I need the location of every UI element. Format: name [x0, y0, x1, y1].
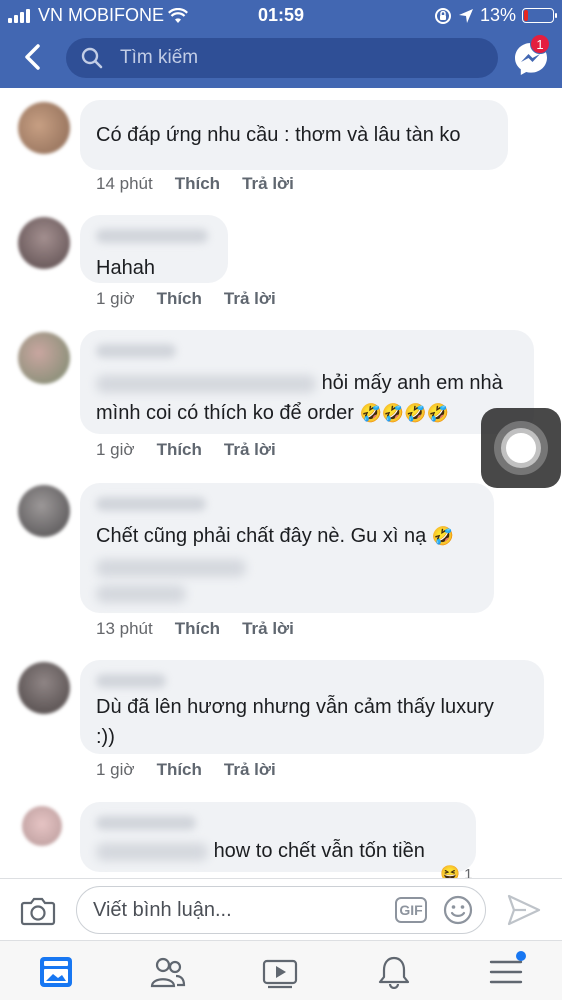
comment-text-line2-row: mình coi có thích ko để order 🤣🤣🤣🤣 [96, 398, 518, 428]
avatar[interactable] [18, 102, 70, 154]
comment-text-row: Chết cũng phải chất đây nè. Gu xì nạ 🤣 [96, 521, 478, 551]
rofl-emoji: 🤣🤣🤣🤣 [359, 403, 450, 423]
comment-actions: 13 phút Thích Trả lời [96, 619, 294, 639]
search-icon [81, 47, 103, 69]
rofl-emoji: 🤣 [431, 526, 455, 546]
blurred-text [96, 559, 246, 577]
avatar[interactable] [18, 217, 70, 269]
commenter-name-blurred [96, 674, 166, 688]
chevron-left-icon[interactable] [18, 42, 48, 72]
blurred-text [96, 585, 186, 603]
comment-text-line2: :)) [96, 726, 115, 748]
avatar[interactable] [18, 662, 70, 714]
status-right: 13% [434, 5, 557, 26]
comment-actions: 1 giờ Thích Trả lời [96, 289, 276, 309]
battery-level [524, 10, 528, 21]
assistive-touch-core [506, 433, 536, 463]
comment-actions: 1 giờ Thích Trả lời [96, 440, 276, 460]
avatar[interactable] [18, 485, 70, 537]
status-bar: VN MOBIFONE 01:59 13% [0, 0, 562, 30]
watch-icon[interactable] [262, 955, 298, 989]
location-icon [458, 8, 473, 23]
camera-icon[interactable] [20, 895, 56, 927]
comment-bubble[interactable]: Có đáp ứng nhu cầu : thơm và lâu tàn ko [80, 100, 508, 170]
avatar[interactable] [18, 332, 70, 384]
comment-actions: 14 phút Thích Trả lời [96, 174, 294, 194]
comment-time: 1 giờ [96, 440, 135, 459]
rotation-lock-icon [434, 7, 451, 24]
notifications-icon[interactable] [376, 955, 412, 989]
like-button[interactable]: Thích [175, 619, 220, 639]
blurred-text [96, 374, 316, 393]
comment-bubble[interactable]: how to chết vẫn tốn tiền [80, 802, 476, 872]
smiley-icon[interactable] [443, 895, 473, 925]
send-icon[interactable] [506, 893, 542, 927]
comment-text-line1: hỏi mấy anh em nhà [321, 372, 503, 394]
blurred-text [96, 842, 208, 861]
reply-button[interactable]: Trả lời [224, 289, 276, 309]
comment-text: Có đáp ứng nhu cầu : thơm và lâu tàn ko [96, 124, 461, 146]
comment-time: 1 giờ [96, 289, 135, 308]
bottom-tab-bar [0, 940, 562, 1000]
comment-actions: 1 giờ Thích Trả lời [96, 760, 276, 780]
comment-input-placeholder: Viết bình luận... [93, 899, 232, 921]
comment-composer: Viết bình luận... GIF [0, 878, 562, 940]
messenger-badge: 1 [530, 34, 550, 54]
comment-time: 14 phút [96, 174, 153, 193]
comment-text: hỏi mấy anh em nhà [96, 368, 518, 398]
battery-icon [522, 8, 557, 23]
comment-text-row: how to chết vẫn tốn tiền [96, 836, 460, 866]
like-button[interactable]: Thích [157, 289, 202, 309]
comment-text-line2: mình coi có thích ko để order [96, 402, 354, 424]
reply-button[interactable]: Trả lời [224, 440, 276, 460]
commenter-name-blurred [96, 497, 206, 511]
reply-button[interactable]: Trả lời [242, 619, 294, 639]
comment-input[interactable]: Viết bình luận... GIF [76, 886, 486, 934]
search-placeholder: Tìm kiếm [120, 47, 199, 68]
menu-notification-dot [516, 951, 526, 961]
reply-button[interactable]: Trả lời [224, 760, 276, 780]
reply-button[interactable]: Trả lời [242, 174, 294, 194]
commenter-name-blurred [96, 816, 196, 830]
commenter-name-blurred [96, 229, 208, 243]
comment-time: 1 giờ [96, 760, 135, 779]
top-bar: VN MOBIFONE 01:59 13% Tìm kiếm 1 [0, 0, 562, 88]
like-button[interactable]: Thích [157, 440, 202, 460]
like-button[interactable]: Thích [175, 174, 220, 194]
avatar[interactable] [22, 806, 62, 846]
search-bar[interactable]: Tìm kiếm [66, 38, 498, 78]
comment-bubble[interactable]: Chết cũng phải chất đây nè. Gu xì nạ 🤣 [80, 483, 494, 613]
comment-text: how to chết vẫn tốn tiền [213, 840, 425, 862]
battery-percent: 13% [479, 5, 516, 25]
comment-bubble[interactable]: Hahah [80, 215, 228, 283]
comment-time: 13 phút [96, 619, 153, 638]
commenter-name-blurred [96, 344, 176, 358]
news-feed-icon[interactable] [38, 955, 74, 989]
gif-button[interactable]: GIF [395, 897, 427, 923]
comment-bubble[interactable]: Dù đã lên hương nhưng vẫn cảm thấy luxur… [80, 660, 544, 754]
comment-text-line1: Dù đã lên hương nhưng vẫn cảm thấy luxur… [96, 696, 494, 718]
like-button[interactable]: Thích [157, 760, 202, 780]
comment-bubble[interactable]: hỏi mấy anh em nhà mình coi có thích ko … [80, 330, 534, 434]
comment-text: Chết cũng phải chất đây nè. Gu xì nạ [96, 525, 427, 547]
comment-text: Hahah [96, 257, 155, 279]
assistive-touch-button[interactable] [481, 408, 561, 488]
friends-icon[interactable] [150, 955, 186, 989]
